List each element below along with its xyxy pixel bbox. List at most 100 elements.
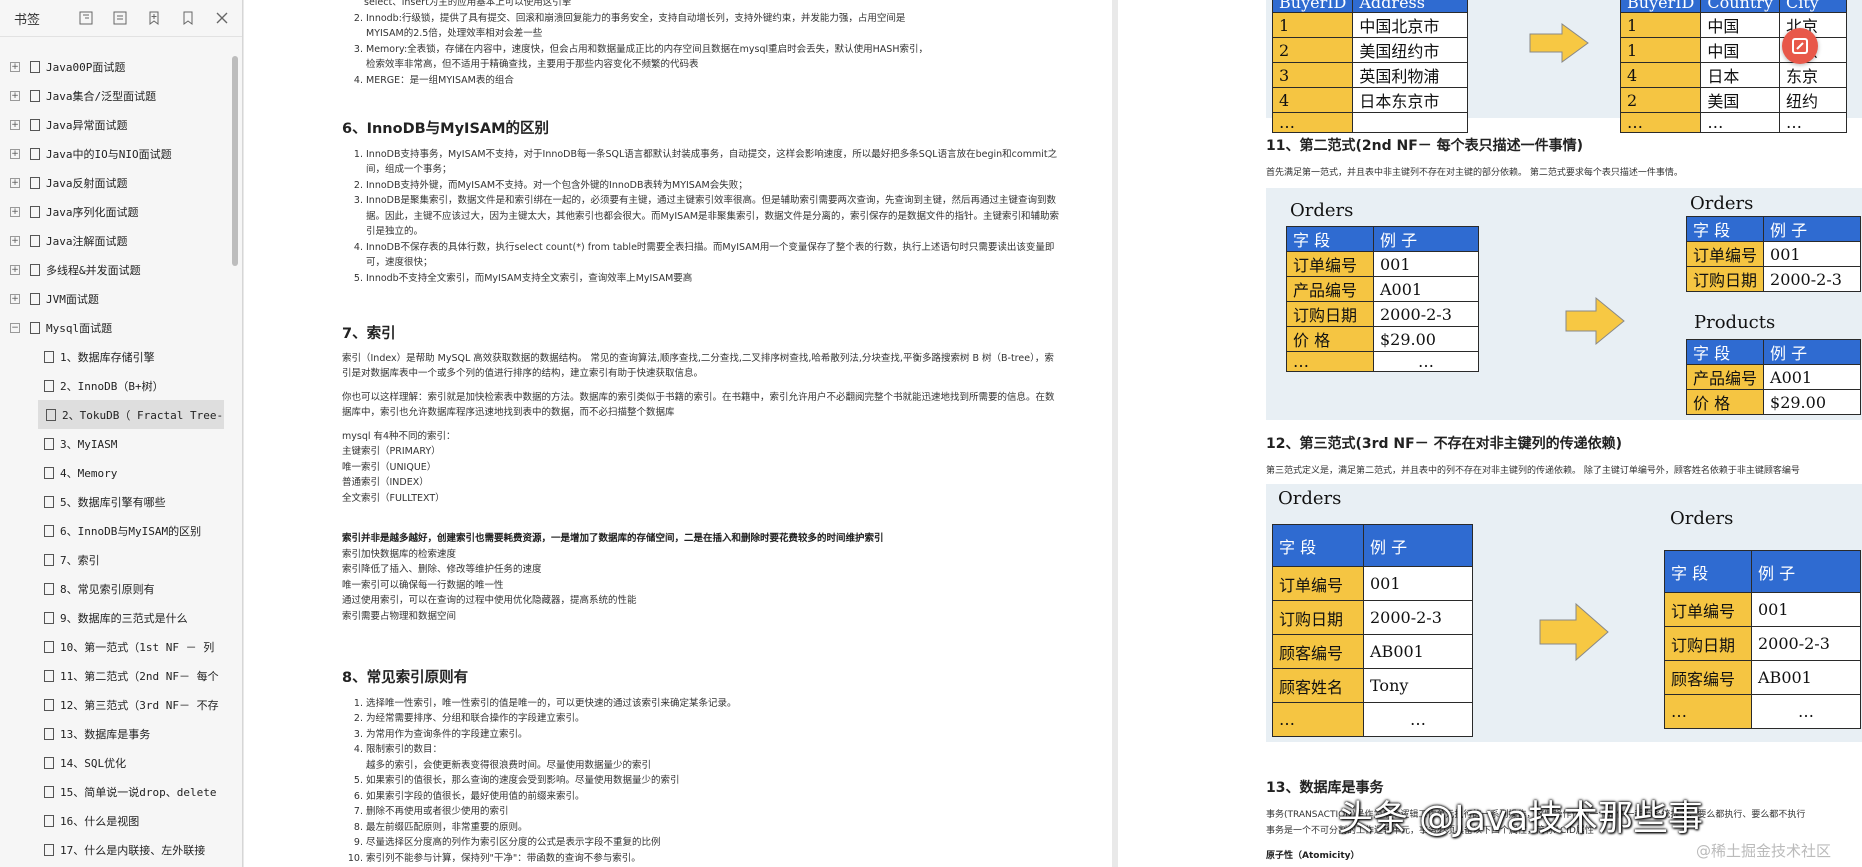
table-cell: 订单编号 [1685, 241, 1765, 267]
table-cell: 美国 [1700, 87, 1780, 113]
bookmark-child-item[interactable]: 13、数据库是事务 [0, 719, 230, 748]
section-description: 第三范式定义是，满足第二范式，并且表中的列不存在对非主键列的传递依赖。 除了主键… [1266, 466, 1800, 476]
paragraph: 索引（Index）是帮助 MySQL 高效获取数据的数据结构。 常见的查询算法,… [342, 352, 1054, 380]
bookmark-icon [30, 321, 40, 334]
list-item: 限制索引的数目： [366, 744, 443, 755]
table-cell: 中国 [1700, 12, 1780, 38]
bookmark-item[interactable]: + JVM面试题 [0, 284, 230, 313]
bookmark-item[interactable]: + Java中的IO与NIO面试题 [0, 139, 230, 168]
bookmark-child-item[interactable]: 3、MyIASM [0, 429, 230, 458]
expand-toggle-icon[interactable]: + [10, 148, 20, 159]
bookmark-icon [44, 379, 54, 392]
bookmark-child-item[interactable]: 10、第一范式（1st NF － 列 [0, 632, 230, 661]
table-buyer-country-city: BuyerIDCountryCity 1中国北京 1中国北京 4日本东京 2美国… [1619, 0, 1847, 133]
table-cell: 中国 [1700, 37, 1780, 63]
expand-toggle-icon[interactable]: + [10, 264, 20, 275]
add-bookmark-icon[interactable] [144, 8, 164, 28]
arrow-right-icon [1565, 296, 1625, 346]
bookmark-child-item[interactable]: 12、第三范式（3rd NF－ 不存 [0, 690, 230, 719]
table-header-cell: 例 子 [1763, 216, 1862, 242]
bookmark-child-item[interactable]: 16、什么是视图 [0, 806, 230, 835]
table-cell: … [1751, 694, 1861, 729]
bookmark-item[interactable]: + Java序列化面试题 [0, 197, 230, 226]
bookmark-child-item[interactable]: 4、Memory [0, 458, 230, 487]
text-line: MYISAM的2.5倍，处理效率相对会差一些 [366, 28, 543, 39]
watermark-sub: @稀土掘金技术社区 [1696, 842, 1832, 860]
expand-toggle-icon[interactable]: + [10, 119, 20, 130]
bookmark-item[interactable]: + Java异常面试题 [0, 110, 230, 139]
bookmark-item[interactable]: + Java集合/泛型面试题 [0, 81, 230, 110]
bookmark-child-item[interactable]: 6、InnoDB与MyISAM的区别 [0, 516, 230, 545]
bookmark-child-item[interactable]: 8、常见索引原则有 [0, 574, 230, 603]
section-heading: 7、索引 [342, 326, 396, 342]
expand-toggle-icon[interactable]: + [10, 206, 20, 217]
text-line: select、insert为主的应用基本上可以使用这引擎 [364, 0, 572, 8]
sidebar-title: 书签 [14, 12, 41, 28]
table-cell: 顾客姓名 [1272, 668, 1364, 703]
expand-toggle-icon[interactable]: + [10, 61, 20, 72]
table-cell: 中国北京市 [1352, 12, 1469, 38]
bookmark-child-item[interactable]: 17、什么是内联接、左外联接 [0, 835, 230, 864]
bookmark-child-item[interactable]: 15、简单说一说drop、delete [0, 777, 230, 806]
section-heading: 11、第二范式(2nd NF－ 每个表只描述一件事情) [1266, 138, 1584, 154]
bookmark-item[interactable]: + Java00P面试题 [0, 52, 230, 81]
bold-note: 索引并非是越多越好，创建索引也需要耗费资源，一是增加了数据库的存储空间，二是在插… [342, 533, 884, 544]
section-heading: 12、第三范式(3rd NF－ 不存在对非主键列的传递依赖) [1266, 436, 1622, 452]
expand-toggle-icon[interactable]: + [10, 235, 20, 246]
table-header-cell: 字 段 [1272, 524, 1364, 567]
table-orders-3nf-split: 字 段例 子 订单编号 001 订购日期 2000-2-3 顾客编号 AB001 …… [1664, 550, 1861, 729]
bookmark-item[interactable]: + 多线程&并发面试题 [0, 255, 230, 284]
bookmark-child-item[interactable]: 5、数据库引擎有哪些 [0, 487, 230, 516]
bookmark-icon [44, 727, 54, 740]
bookmark-child-item[interactable]: 1、数据库存储引擎 [0, 342, 230, 371]
expand-toggle-icon[interactable]: + [10, 177, 20, 188]
expand-toggle-icon[interactable]: + [10, 293, 20, 304]
text-line: MERGE：是一组MYISAM表的组合 [366, 73, 1062, 89]
list-item: 最左前缀匹配原则，非常重要的原则。 [366, 820, 1062, 836]
floating-action-button[interactable] [1782, 28, 1818, 64]
bookmark-icon [30, 89, 40, 102]
table-cell: AB001 [1751, 660, 1861, 695]
bookmark-child-item-selected[interactable]: 2、TokuDB（ Fractal Tree- [38, 400, 224, 429]
table-title: Orders [1690, 193, 1754, 214]
collapse-toggle-icon[interactable]: − [10, 322, 20, 333]
table-cell: 2000-2-3 [1763, 266, 1862, 292]
list-item: InnoDB支持事务，MyISAM不支持，对于InnoDB每一条SQL语言都默认… [366, 147, 1062, 178]
sidebar-scrollbar[interactable] [232, 56, 238, 266]
text-line: 主键索引（PRIMARY） [342, 446, 441, 457]
expand-toggle-icon[interactable]: + [10, 90, 20, 101]
table-cell: 日本东京市 [1352, 87, 1469, 113]
table-cell: 订单编号 [1286, 251, 1374, 277]
bookmark-icon [44, 582, 54, 595]
bookmark-icon[interactable] [178, 8, 198, 28]
sidebar-header: 书签 [0, 0, 242, 37]
expand-all-icon[interactable] [76, 8, 96, 28]
bookmark-child-item[interactable]: 11、第二范式（2nd NF－ 每个 [0, 661, 230, 690]
bookmark-item[interactable]: − Mysql面试题 [0, 313, 230, 342]
bookmark-icon [44, 495, 54, 508]
collapse-all-icon[interactable] [110, 8, 130, 28]
table-cell: $29.00 [1373, 326, 1479, 352]
table-cell: 顾客编号 [1272, 634, 1364, 669]
text-line: 通过使用索引，可以在查询的过程中使用优化隐藏器，提高系统的性能 [342, 595, 637, 606]
bookmark-child-item[interactable]: 9、数据库的三范式是什么 [0, 603, 230, 632]
bookmark-icon [30, 263, 40, 276]
bookmark-item[interactable]: + Java反射面试题 [0, 168, 230, 197]
close-icon[interactable] [212, 8, 232, 28]
list-item: InnoDB支持外键，而MyISAM不支持。对一个包含外键的InnoDB表转为M… [366, 178, 1062, 194]
bookmark-icon [30, 234, 40, 247]
bookmark-item[interactable]: + Java注解面试题 [0, 226, 230, 255]
table-cell: 日本 [1700, 62, 1780, 88]
text-line: 索引需要占物理和数据空间 [342, 610, 457, 622]
bookmark-icon [30, 147, 40, 160]
table-cell: 001 [1751, 592, 1861, 627]
bookmark-icon [44, 698, 54, 711]
bookmark-child-item[interactable]: 14、SQL优化 [0, 748, 230, 777]
table-cell: A001 [1373, 276, 1479, 302]
bookmark-child-item[interactable]: 2、InnoDB（B+树） [0, 371, 230, 400]
bookmark-child-item[interactable]: 7、索引 [0, 545, 230, 574]
table-orders-2nf: 字 段例 子 订单编号 001 产品编号 A001 订购日期 2000-2-3 价 格… [1286, 226, 1479, 372]
list-item: 索引列不能参与计算，保持列"干净"：带函数的查询不参与索引。 [366, 851, 1062, 867]
bookmark-icon [44, 553, 54, 566]
watermark: 头条 @Java技术那些事 [1338, 799, 1704, 839]
